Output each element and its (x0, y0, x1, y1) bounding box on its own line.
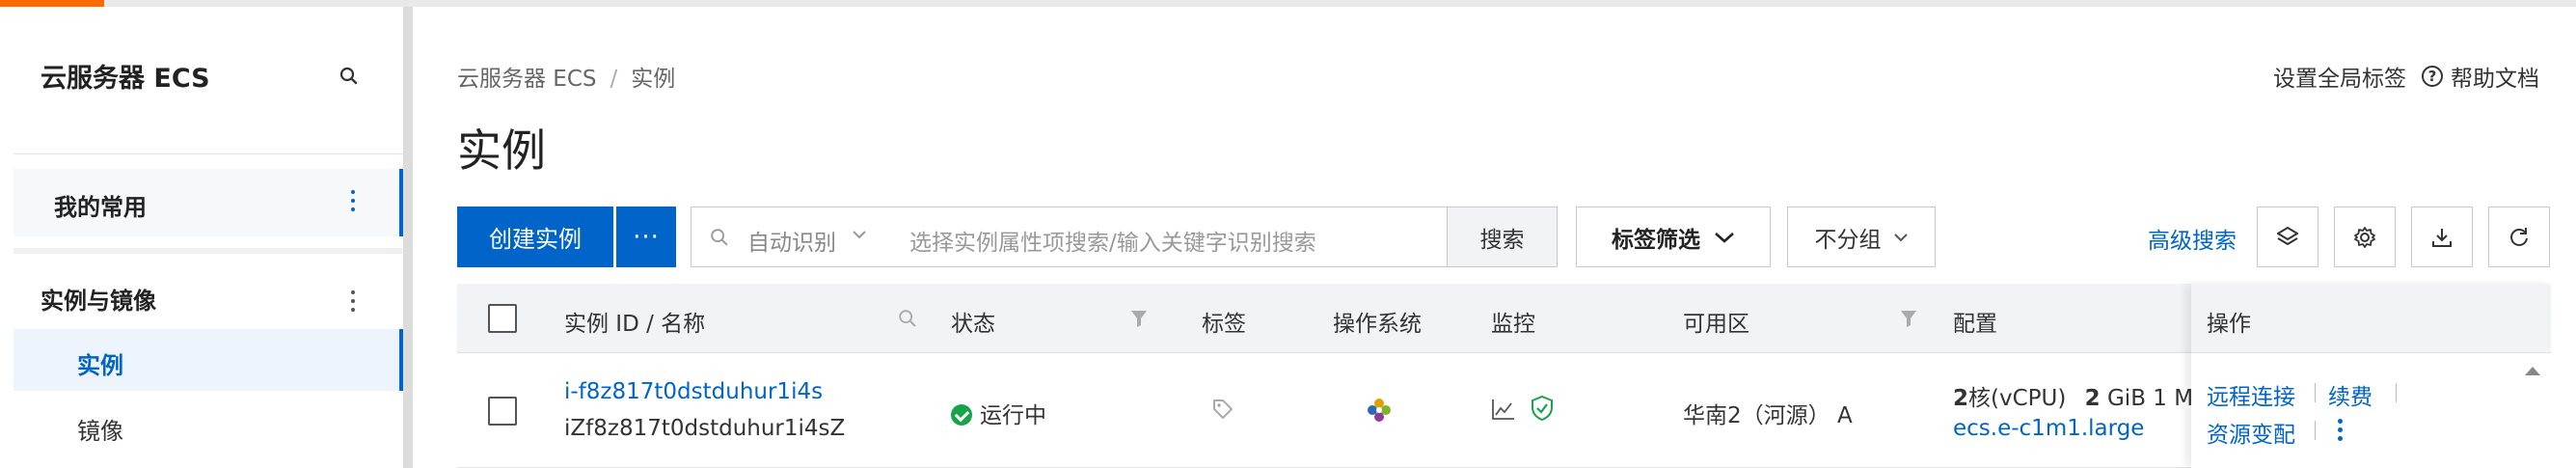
column-header-config: 配置 (1953, 312, 1997, 337)
scroll-up-arrow-icon[interactable] (2525, 367, 2540, 375)
filter-icon[interactable] (1130, 309, 1148, 328)
help-docs-link[interactable]: ? 帮助文档 (2422, 60, 2539, 93)
action-separator (2315, 421, 2316, 440)
sidebar-group-favorites[interactable]: 我的常用 (14, 169, 403, 236)
page-title: 实例 (457, 124, 546, 177)
top-strip (0, 0, 2576, 7)
sidebar-title: 云服务器 ECS (41, 64, 210, 94)
filter-icon[interactable] (1900, 309, 1917, 328)
tag-filter-button[interactable]: 标签筛选 (1576, 206, 1771, 267)
sidebar-group-label: 我的常用 (54, 194, 147, 221)
select-all-checkbox[interactable] (488, 304, 517, 333)
sidebar-item-label: 实例 (77, 352, 123, 379)
create-instance-button[interactable]: 创建实例 (457, 206, 613, 267)
refresh-icon (2510, 227, 2528, 246)
renew-link[interactable]: 续费 (2328, 378, 2373, 411)
refresh-button[interactable] (2488, 206, 2550, 267)
download-button[interactable] (2411, 206, 2473, 267)
status-text: 运行中 (980, 403, 1046, 428)
tag-icon[interactable] (1210, 397, 1235, 422)
breadcrumb-item-ecs[interactable]: 云服务器 ECS (457, 67, 597, 92)
search-icon[interactable] (338, 65, 361, 88)
layers-icon (2277, 226, 2298, 245)
download-icon (2432, 228, 2452, 247)
column-header-zone: 可用区 (1683, 312, 1749, 337)
status-badge: 运行中 (951, 397, 1046, 429)
layers-button[interactable] (2257, 206, 2318, 267)
breadcrumb-separator: / (610, 67, 618, 92)
create-more-button[interactable]: ··· (616, 206, 676, 267)
resize-resources-link[interactable]: 资源变配 (2207, 416, 2295, 449)
sidebar-divider (14, 248, 403, 254)
breadcrumb-item-instances: 实例 (631, 67, 676, 92)
tag-filter-label: 标签筛选 (1612, 227, 1700, 253)
shield-check-icon[interactable] (1530, 395, 1555, 422)
cpu-unit: 核(vCPU) (1968, 386, 2067, 411)
sidebar: 云服务器 ECS 我的常用 实例与镜像 实例 镜像 (0, 7, 403, 468)
instance-name: iZf8z817t0dstduhur1i4sZ (564, 416, 846, 441)
sidebar-resize-handle[interactable] (403, 7, 413, 468)
column-header-instance: 实例 ID / 名称 (564, 312, 706, 337)
action-separator (2396, 383, 2397, 402)
breadcrumb: 云服务器 ECS / 实例 (457, 60, 675, 93)
help-icon: ? (2422, 66, 2443, 87)
header-actions: 设置全局标签 ? 帮助文档 (2273, 60, 2539, 93)
column-header-monitor: 监控 (1491, 312, 1535, 337)
zone-value: 华南2（河源） A (1683, 403, 1853, 428)
chart-icon[interactable] (1491, 398, 1516, 421)
gear-icon (2354, 226, 2375, 248)
help-docs-label: 帮助文档 (2451, 67, 2539, 92)
check-circle-icon (951, 404, 972, 426)
column-header-status: 状态 (951, 312, 995, 337)
chevron-down-icon (1715, 232, 1734, 243)
instance-type-link[interactable]: ecs.e-c1m1.large (1953, 416, 2144, 441)
search-icon (711, 229, 728, 246)
sidebar-item-images[interactable]: 镜像 (77, 412, 123, 446)
settings-button[interactable] (2334, 206, 2396, 267)
action-separator (2315, 383, 2316, 402)
search-icon[interactable] (897, 308, 918, 329)
column-header-actions: 操作 (2207, 312, 2251, 337)
advanced-search-link[interactable]: 高级搜索 (2148, 222, 2237, 255)
memory-count: 2 (2084, 386, 2101, 411)
row-checkbox[interactable] (488, 397, 517, 426)
instance-id-link[interactable]: i-f8z817t0dstduhur1i4s (564, 379, 823, 404)
more-vertical-icon[interactable] (341, 186, 365, 215)
chevron-down-icon[interactable] (852, 229, 867, 240)
cpu-count: 2 (1953, 386, 1969, 411)
search-button[interactable]: 搜索 (1447, 207, 1557, 266)
search-mode-select[interactable]: 自动识别 (747, 224, 836, 257)
config-spec: 2核(vCPU) 2 GiB 1 Mbp (1953, 379, 2221, 412)
operations-header: 操作 (2191, 284, 2551, 353)
group-select-label: 不分组 (1814, 227, 1882, 253)
column-header-tags: 标签 (1202, 312, 1246, 337)
group-select[interactable]: 不分组 (1787, 206, 1936, 267)
chevron-down-icon (1893, 233, 1908, 241)
os-logo-icon (1368, 399, 1391, 422)
sidebar-item-instances[interactable]: 实例 (14, 329, 403, 391)
search-input[interactable]: 选择实例属性项搜索/输入关键字识别搜索 (909, 224, 1316, 257)
more-vertical-icon[interactable] (341, 287, 365, 316)
operations-column: 操作 远程连接 续费 资源变配 (2191, 284, 2551, 468)
sidebar-section-label[interactable]: 实例与镜像 (41, 282, 156, 316)
column-header-os: 操作系统 (1333, 312, 1422, 337)
search-bar: 自动识别 选择实例属性项搜索/输入关键字识别搜索 搜索 (691, 206, 1558, 267)
memory-unit: GiB (2106, 386, 2146, 411)
more-vertical-icon[interactable] (2334, 417, 2346, 446)
remote-connect-link[interactable]: 远程连接 (2207, 378, 2295, 411)
brand-accent-bar (0, 0, 104, 7)
set-global-tags-link[interactable]: 设置全局标签 (2273, 60, 2406, 93)
